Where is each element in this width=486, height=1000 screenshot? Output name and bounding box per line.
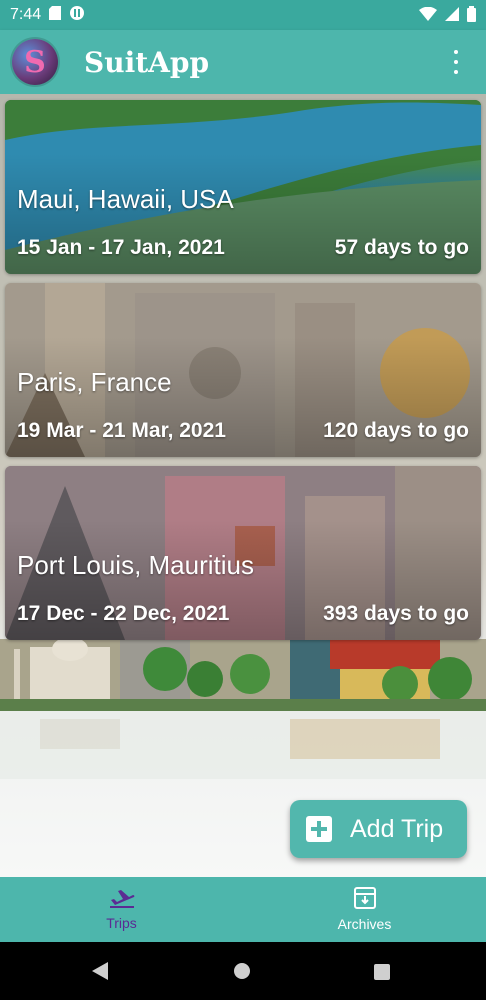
trip-destination: Maui, Hawaii, USA — [17, 184, 234, 214]
trip-countdown: 393 days to go — [323, 602, 469, 625]
add-trip-button[interactable]: Add Trip — [290, 800, 467, 858]
overflow-menu-icon[interactable] — [444, 50, 468, 74]
app-notification-icon — [69, 5, 85, 25]
trip-countdown: 120 days to go — [323, 419, 469, 442]
add-box-icon — [306, 816, 332, 842]
trip-dates: 17 Dec - 22 Dec, 2021 — [17, 602, 230, 625]
nav-label-trips: Trips — [106, 915, 137, 931]
trip-dates: 19 Mar - 21 Mar, 2021 — [17, 419, 226, 442]
nav-item-archives[interactable]: Archives — [243, 877, 486, 942]
cell-signal-icon — [445, 7, 459, 25]
add-trip-label: Add Trip — [350, 814, 444, 843]
sd-card-icon — [49, 6, 62, 24]
app-title: SuitApp — [84, 45, 210, 79]
system-navigation-bar — [0, 942, 486, 1000]
trip-destination: Port Louis, Mauritius — [17, 550, 254, 580]
logo-letter: S — [24, 44, 46, 80]
trips-list[interactable]: Maui, Hawaii, USA 15 Jan - 17 Jan, 2021 … — [0, 94, 486, 877]
nav-item-trips[interactable]: Trips — [0, 877, 243, 942]
wifi-icon — [419, 6, 437, 25]
trip-countdown: 57 days to go — [334, 236, 469, 259]
archive-icon — [353, 887, 376, 912]
app-logo: S — [12, 39, 58, 85]
trip-card-maui[interactable]: Maui, Hawaii, USA 15 Jan - 17 Jan, 2021 … — [5, 100, 481, 274]
home-icon[interactable] — [234, 963, 250, 979]
nav-label-archives: Archives — [337, 916, 392, 932]
trip-card-port-louis[interactable]: Port Louis, Mauritius 17 Dec - 22 Dec, 2… — [5, 466, 481, 640]
battery-icon — [467, 6, 476, 26]
trip-dates: 15 Jan - 17 Jan, 2021 — [17, 236, 225, 259]
bottom-navigation: Trips Archives — [0, 877, 486, 942]
status-time: 7:44 — [10, 6, 42, 23]
app-bar: S SuitApp — [0, 30, 486, 94]
background-skyline — [0, 639, 486, 779]
trip-destination: Paris, France — [17, 367, 172, 397]
airplane-takeoff-icon — [109, 888, 135, 911]
trip-card-paris[interactable]: Paris, France 19 Mar - 21 Mar, 2021 120 … — [5, 283, 481, 457]
back-icon[interactable] — [92, 962, 110, 984]
recent-apps-icon[interactable] — [374, 964, 390, 980]
status-bar: 7:44 — [0, 0, 486, 30]
